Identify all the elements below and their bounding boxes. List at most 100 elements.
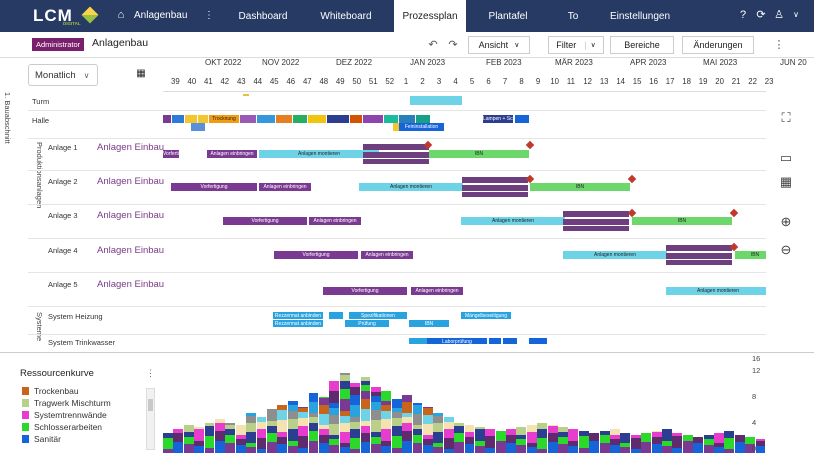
tab-prozessplan[interactable]: Prozessplan xyxy=(394,0,466,32)
task-bar[interactable]: Trocknung xyxy=(209,115,239,123)
milestone-icon[interactable] xyxy=(729,208,739,218)
task-bar[interactable] xyxy=(563,219,629,225)
row-sublabel[interactable]: Anlagen Einbau xyxy=(97,279,164,290)
task-bar[interactable] xyxy=(363,152,429,158)
task-bar-montieren[interactable]: Anlagen montieren xyxy=(563,251,667,259)
task-bar[interactable] xyxy=(409,338,427,344)
calculator-icon[interactable]: ▭ xyxy=(776,148,796,168)
calendar-grid-icon[interactable]: ▦ xyxy=(776,172,796,192)
undo-icon[interactable]: ↶ xyxy=(424,36,442,54)
task-bar-montieren[interactable]: Anlagen montieren xyxy=(461,217,565,225)
task-bar[interactable]: Spezifikationen xyxy=(349,312,407,319)
zoom-out-icon[interactable]: ⊖ xyxy=(776,240,796,260)
task-bar[interactable] xyxy=(462,192,528,197)
row-sublabel[interactable]: Anlagen Einbau xyxy=(97,176,164,187)
task-bar[interactable] xyxy=(515,115,529,123)
interval-select[interactable]: Monatlich ∨ xyxy=(28,64,98,86)
chevron-down-icon[interactable]: ∨ xyxy=(789,8,803,22)
task-bar[interactable] xyxy=(529,338,547,344)
milestone-icon[interactable] xyxy=(627,174,637,184)
changes-button[interactable]: Änderungen xyxy=(682,36,754,54)
task-bar[interactable] xyxy=(185,115,197,123)
task-bar[interactable] xyxy=(363,115,383,123)
task-bar[interactable] xyxy=(172,115,184,123)
project-crumb[interactable]: Anlagenbau xyxy=(134,10,187,21)
tab-whiteboard[interactable]: Whiteboard xyxy=(306,0,386,32)
task-bar[interactable] xyxy=(384,115,398,123)
task-bar[interactable] xyxy=(329,312,343,319)
milestone-icon[interactable] xyxy=(525,140,535,150)
task-bar[interactable]: Feininstallation xyxy=(399,123,444,131)
home-icon[interactable]: ⌂ xyxy=(114,8,128,22)
task-bar[interactable] xyxy=(163,115,171,123)
resource-menu-icon[interactable]: ⋮ xyxy=(146,368,155,379)
task-bar[interactable] xyxy=(563,226,629,231)
milestone-icon[interactable] xyxy=(627,208,637,218)
task-bar[interactable]: Rezzermat anbinden xyxy=(273,312,323,319)
row-sublabel[interactable]: Anlagen Einbau xyxy=(97,142,164,153)
task-bar-vorfertigung[interactable]: Vorfertigung xyxy=(171,183,257,191)
task-bar-einbringen[interactable]: Anlagen einbringen xyxy=(207,150,257,158)
task-bar-vorfertigung[interactable]: Vorfertigung xyxy=(274,251,358,259)
task-bar-montieren[interactable]: Anlagen montieren xyxy=(666,287,766,295)
more-menu-icon[interactable]: ⋮ xyxy=(770,36,788,54)
task-bar-ibn[interactable]: IBN xyxy=(429,150,529,158)
areas-button[interactable]: Bereiche xyxy=(610,36,674,54)
task-bar[interactable] xyxy=(666,245,732,251)
task-bar[interactable] xyxy=(666,253,732,259)
task-bar[interactable] xyxy=(240,115,256,123)
task-bar[interactable]: Lampen + Schalter xyxy=(483,115,513,123)
calendar-icon[interactable]: ▦ xyxy=(134,68,148,82)
task-bar[interactable] xyxy=(257,115,275,123)
task-bar-vorfertigung[interactable]: Vorfertigung xyxy=(223,217,307,225)
tab-todo[interactable]: To xyxy=(548,0,598,32)
task-bar[interactable]: Prüfung xyxy=(345,320,389,327)
task-bar-ibn[interactable]: IBN xyxy=(530,183,630,191)
row-sublabel[interactable]: Anlagen Einbau xyxy=(97,210,164,221)
task-bar[interactable] xyxy=(276,115,292,123)
task-bar[interactable] xyxy=(462,185,528,191)
task-bar-einbringen[interactable]: Anlagen einbringen xyxy=(411,287,463,295)
crumb-menu-icon[interactable]: ⋮ xyxy=(204,10,214,21)
task-bar-montieren[interactable]: Anlagen montieren xyxy=(259,150,379,158)
view-dropdown[interactable]: Ansicht ∨ xyxy=(468,36,530,54)
scrollbar-thumb[interactable] xyxy=(148,399,153,411)
task-bar[interactable] xyxy=(350,115,362,123)
task-bar[interactable] xyxy=(243,94,249,96)
redo-icon[interactable]: ↷ xyxy=(444,36,462,54)
task-bar[interactable] xyxy=(363,159,429,164)
legend-scrollbar[interactable] xyxy=(146,388,155,450)
tab-einstellungen[interactable]: Einstellungen xyxy=(600,0,680,32)
refresh-icon[interactable]: ⟳ xyxy=(754,8,768,22)
user-icon[interactable]: ♙ xyxy=(772,8,786,22)
task-bar[interactable] xyxy=(399,115,415,123)
zoom-in-icon[interactable]: ⊕ xyxy=(776,212,796,232)
task-bar[interactable] xyxy=(198,115,208,123)
task-bar[interactable] xyxy=(308,115,326,123)
help-icon[interactable]: ? xyxy=(736,8,750,22)
filter-dropdown[interactable]: Filter | ∨ xyxy=(548,36,604,54)
task-bar-einbringen[interactable]: Anlagen einbringen xyxy=(309,217,361,225)
task-bar[interactable] xyxy=(503,338,517,344)
task-bar[interactable] xyxy=(416,115,430,123)
task-bar[interactable] xyxy=(489,338,501,344)
task-bar-ibn[interactable]: IBN xyxy=(632,217,732,225)
task-bar[interactable]: Rezzermat anbinden xyxy=(273,320,323,327)
task-bar-vorfertigung[interactable]: Vorfertigung xyxy=(163,150,179,158)
task-bar[interactable]: IBN xyxy=(409,320,449,327)
task-bar-montieren[interactable]: Anlagen montieren xyxy=(359,183,463,191)
task-bar[interactable]: Laborprüfung xyxy=(427,338,487,344)
fit-screen-icon[interactable]: ⛶ xyxy=(776,108,796,128)
lcm-logo[interactable]: LCM DIGITAL xyxy=(33,6,103,26)
task-bar[interactable] xyxy=(191,123,205,131)
task-bar[interactable] xyxy=(666,260,732,265)
row-sublabel[interactable]: Anlagen Einbau xyxy=(97,245,164,256)
task-bar-vorfertigung[interactable]: Vorfertigung xyxy=(323,287,407,295)
tab-dashboard[interactable]: Dashboard xyxy=(224,0,302,32)
task-bar-ibn[interactable]: IBN xyxy=(735,251,766,259)
task-bar[interactable] xyxy=(363,144,429,150)
task-bar[interactable] xyxy=(293,115,307,123)
tab-plantafel[interactable]: Plantafel xyxy=(472,0,544,32)
task-bar-einbringen[interactable]: Anlagen einbringen xyxy=(361,251,413,259)
task-bar[interactable] xyxy=(462,177,528,183)
